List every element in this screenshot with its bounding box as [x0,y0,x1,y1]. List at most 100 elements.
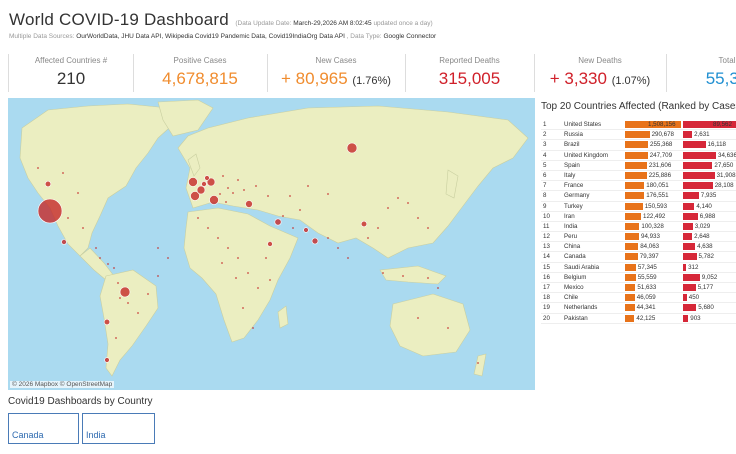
row-country-name: Saudi Arabia [564,263,600,271]
world-map[interactable]: © 2026 Mapbox © OpenStreetMap [8,98,535,390]
deaths-value: 312 [688,263,699,271]
deaths-bar [683,182,713,190]
table-row[interactable]: 6 Italy 225,886 31,908 [541,171,736,182]
country-dot [447,327,449,329]
table-row[interactable]: 14 Canada 79,397 5,782 [541,252,736,263]
cases-value: 42,125 [636,314,656,322]
table-row[interactable]: 10 Iran 122,492 6,988 [541,212,736,222]
deaths-bar [683,171,715,179]
deaths-value: 27,650 [714,161,734,169]
bubble-mexico [61,239,67,245]
country-dot [417,317,419,319]
table-row[interactable]: 20 Pakistan 42,125 903 [541,314,736,324]
table-row[interactable]: 7 France 180,051 28,108 [541,181,736,192]
india-dashboard-button[interactable]: India [82,413,155,444]
table-row[interactable]: 16 Belgium 55,559 9,052 [541,273,736,283]
table-row[interactable]: 3 Brazil 255,368 16,118 [541,140,736,151]
kpi-label: Reported Deaths [439,56,500,65]
deaths-value: 5,680 [698,304,714,312]
top20-table: 1 United States 1,508,156 89,562 2 Russia 290,… [541,120,736,324]
table-row[interactable]: 19 Netherlands 44,341 5,680 [541,303,736,314]
country-dot [77,192,79,194]
country-dot [252,327,254,329]
table-row[interactable]: 11 India 100,328 3,029 [541,222,736,233]
row-rank: 20 [543,314,550,322]
country-dot [265,257,267,259]
country-dot [307,185,309,187]
bubble-peru [103,318,111,326]
kpi-percent: (1.76%) [352,75,391,87]
deaths-value: 31,908 [716,171,736,179]
row-country-name: Turkey [564,202,583,210]
country-dot [327,237,329,239]
country-dot [282,215,284,217]
row-rank: 1 [543,121,547,128]
country-dot [37,167,39,169]
row-country-name: United Kingdom [564,151,609,159]
sources-label: Multiple Data Sources: [9,33,75,40]
table-row[interactable]: 4 United Kingdom 247,709 34,636 [541,151,736,161]
cases-value: 150,593 [644,202,668,210]
country-dot [219,193,221,195]
land-new-zealand [473,353,487,377]
row-rank: 17 [543,284,550,291]
table-row[interactable]: 13 China 84,063 4,638 [541,242,736,253]
cases-bar [625,243,639,251]
top20-title: Top 20 Countries Affected (Ranked by Cas… [541,101,736,112]
deaths-bar [683,253,697,261]
country-dot [255,185,257,187]
kpi-number: 55,32 [705,69,736,88]
map-attribution: © 2026 Mapbox © OpenStreetMap [10,381,115,388]
table-row[interactable]: 5 Spain 231,606 27,650 [541,161,736,171]
cases-bar [625,294,635,302]
row-rank: 16 [543,273,550,281]
kpi-number: 315,005 [438,69,501,88]
country-dot [382,272,384,274]
kpi-value: + 80,965 (1.76%) [268,69,404,89]
update-label: Data Update Date: [237,20,292,27]
cases-value: 84,063 [640,243,660,251]
bubble-netherlands [204,175,210,181]
cases-value: 176,551 [646,192,669,200]
cases-value: 122,492 [643,212,666,220]
cases-bar [625,141,648,149]
row-country-name: Belgium [564,273,587,281]
country-dot [157,275,159,277]
row-country-name: Russia [564,131,583,139]
country-dot [197,217,199,219]
update-date: March-29,2026 AM 8:02:45 [293,20,372,27]
country-dot [242,307,244,309]
table-row[interactable]: 18 Chile 46,059 450 [541,293,736,304]
country-dot [113,267,115,269]
bubble-canada [44,180,52,188]
table-row[interactable]: 12 Peru 94,933 2,648 [541,232,736,243]
country-dot [292,227,294,229]
kpi-number: + 80,965 [281,69,348,88]
cases-value: 44,341 [636,304,656,312]
row-rank: 3 [543,141,547,149]
cases-bar [625,304,635,312]
cases-value: 100,328 [641,222,664,230]
bubble-saudi-arabia [267,241,273,247]
deaths-value: 450 [688,294,700,302]
country-dot [95,247,97,249]
table-row[interactable]: 8 Germany 176,551 7,935 [541,191,736,202]
table-row[interactable]: 17 Mexico 51,633 5,177 [541,283,736,294]
table-row[interactable]: 9 Turkey 150,593 4,140 [541,202,736,212]
table-row[interactable]: 15 Saudi Arabia 57,345 312 [541,263,736,273]
cases-bar [625,131,650,139]
country-dot [67,217,69,219]
update-info: (Data Update Date: March-29,2026 AM 8:02… [235,20,433,27]
table-row[interactable]: 2 Russia 290,678 2,631 [541,130,736,141]
deaths-bar [683,263,687,271]
table-row[interactable]: 1 United States 1,508,156 89,562 [541,120,736,131]
country-dot [427,227,429,229]
canada-dashboard-button[interactable]: Canada [8,413,79,444]
country-dot [232,192,234,194]
row-country-name: Italy [564,171,576,179]
row-rank: 10 [543,212,550,220]
country-dot [157,247,159,249]
deaths-value: 16,118 [707,141,726,149]
bubble-india [311,237,319,245]
deaths-value: 7,935 [700,192,717,200]
